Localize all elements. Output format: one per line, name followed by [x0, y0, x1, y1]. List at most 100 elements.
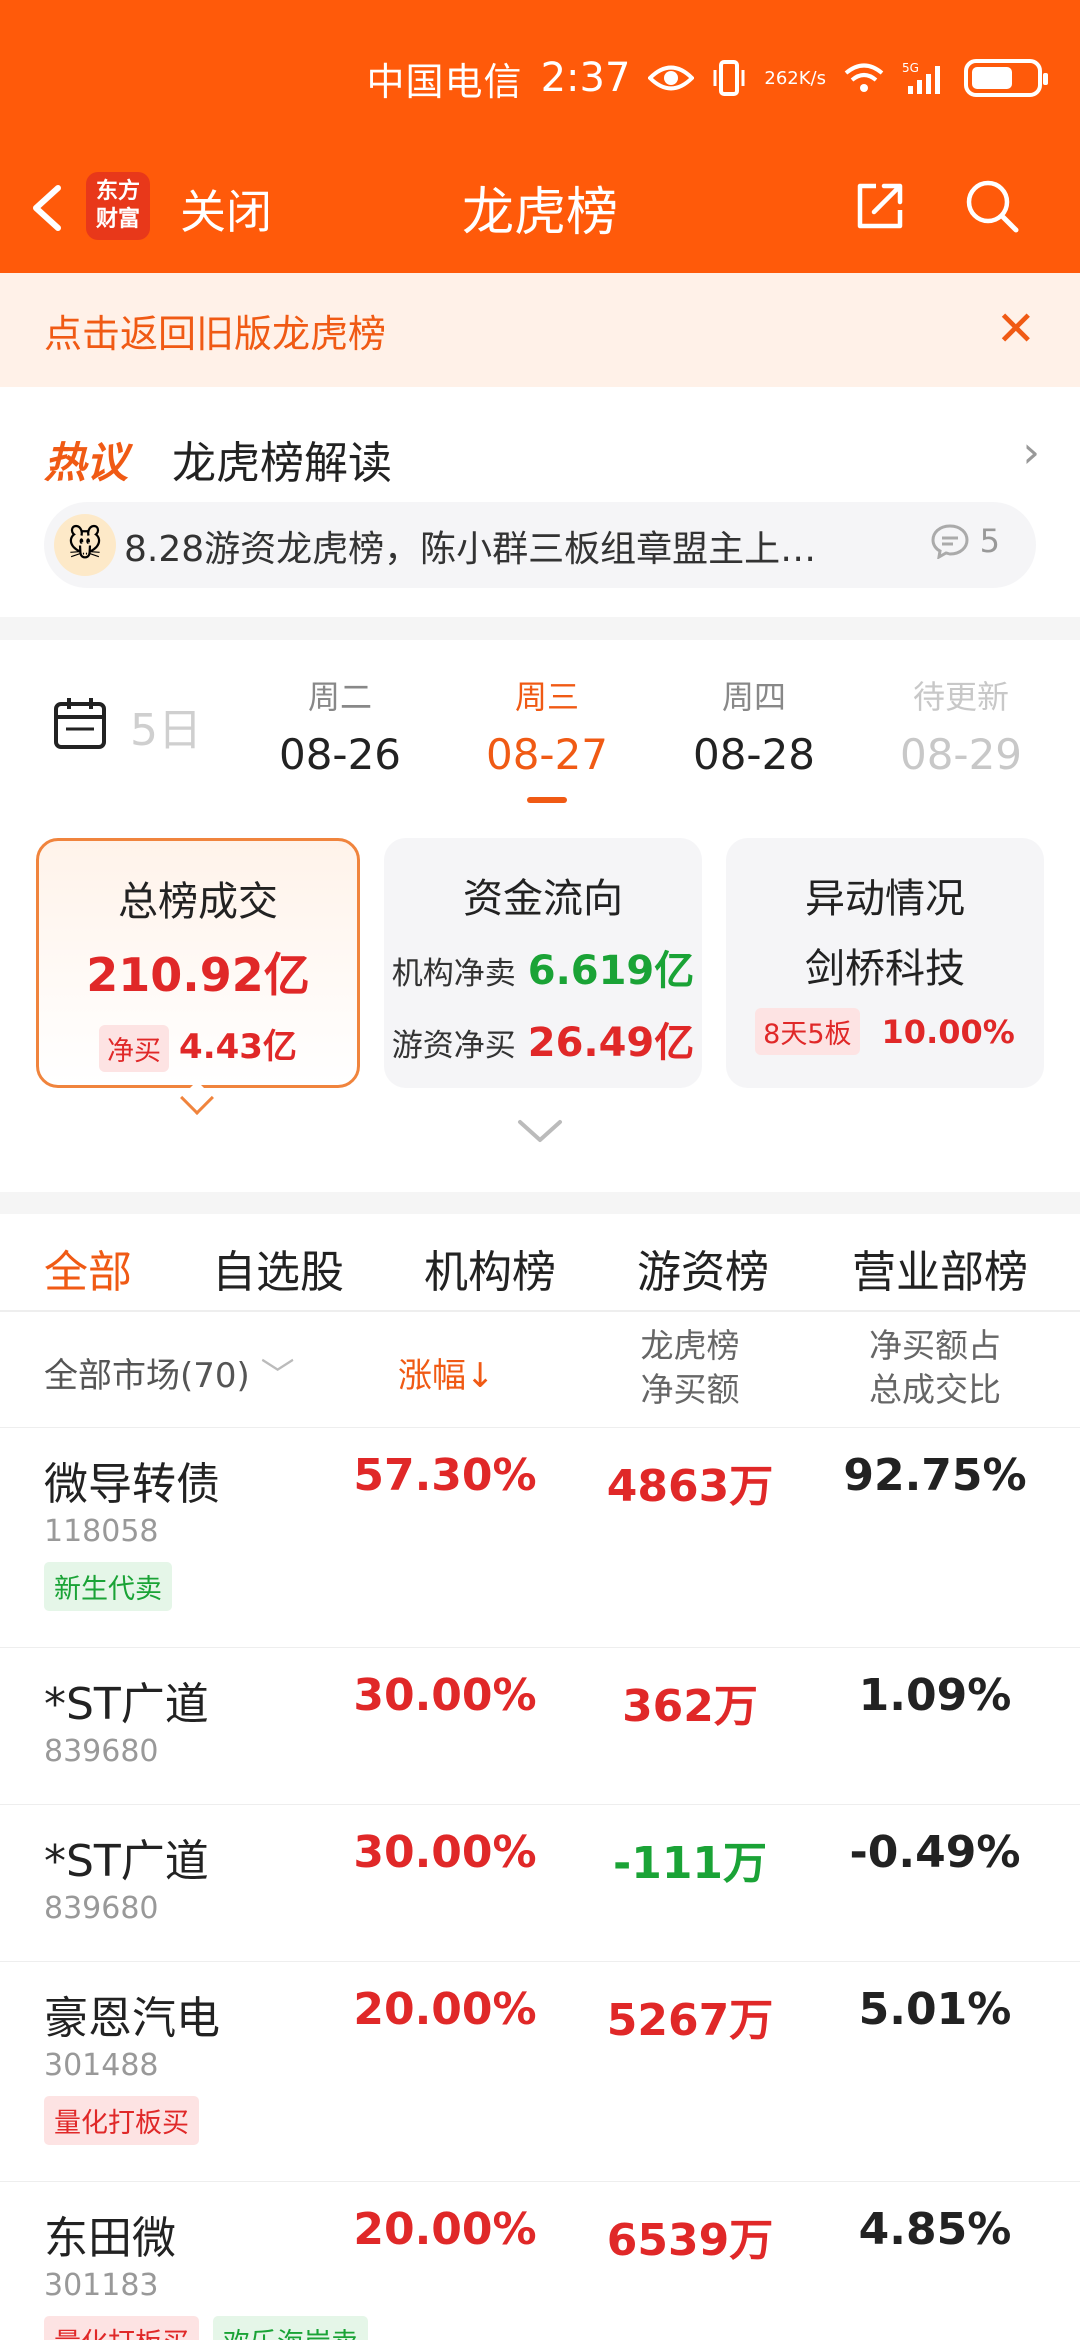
- ratio-header[interactable]: 净买额占 总成交比: [845, 1324, 1025, 1412]
- net-buy-value: 5267万: [606, 1995, 774, 2046]
- notice-text[interactable]: 点击返回旧版龙虎榜: [44, 303, 386, 358]
- category-tabs: 全部 自选股 机构榜 游资榜 营业部榜: [0, 1192, 1080, 1328]
- stock-code: 118058: [44, 1514, 159, 1549]
- tab-institution[interactable]: 机构榜: [424, 1236, 556, 1300]
- date-label: 08-27: [485, 730, 609, 779]
- header-line: 净买额: [640, 1370, 740, 1409]
- fund-flow-card[interactable]: 资金流向 机构净卖 6.619亿 游资净买 26.49亿: [384, 838, 702, 1088]
- net-buy-value: 4.43亿: [179, 1027, 297, 1067]
- stock-code: 301488: [44, 2048, 159, 2083]
- header-line: 总成交比: [869, 1370, 1001, 1409]
- date-tab-0828[interactable]: 周四 08-28: [654, 672, 854, 779]
- header-line: 净买额占: [869, 1326, 1001, 1365]
- tab-brokerage[interactable]: 营业部榜: [852, 1236, 1028, 1300]
- date-tab-0829[interactable]: 待更新 08-29: [861, 672, 1061, 779]
- hot-badge-text: 热议: [44, 438, 129, 487]
- change-value: 30.00%: [353, 1827, 537, 1878]
- header-line: 龙虎榜: [640, 1326, 740, 1365]
- stock-name: 东田微: [44, 2213, 176, 2264]
- eye-icon: [648, 63, 695, 93]
- chevron-right-icon[interactable]: ›: [1022, 427, 1040, 478]
- weekday-label: 周二: [307, 678, 372, 716]
- table-row[interactable]: 微导转债 118058 新生代卖 57.30% 4863万 92.75%: [0, 1428, 1080, 1648]
- seat-tag: 欢乐海岸卖: [213, 2316, 368, 2340]
- tab-label: 全部: [44, 1247, 132, 1298]
- calendar-icon[interactable]: [52, 695, 108, 751]
- row-tags: 量化打板买 欢乐海岸卖: [44, 2316, 368, 2340]
- ratio-value: 4.85%: [858, 2204, 1012, 2255]
- close-icon[interactable]: ✕: [996, 301, 1036, 357]
- table-row[interactable]: 东田微 301183 量化打板买 欢乐海岸卖 20.00% 6539万 4.85…: [0, 2182, 1080, 2340]
- chevron-down-icon: ﹀: [260, 1356, 295, 1396]
- page: 中国电信 2:37 262 K/s 5G 东方 财富 关闭 龙虎榜 点击返回旧版…: [0, 0, 1080, 2340]
- stock-name: *ST广道: [44, 1836, 209, 1887]
- net-speed-unit: K/s: [798, 67, 826, 89]
- net-buy-value: 4863万: [606, 1461, 774, 1512]
- card-title: 总榜成交: [118, 879, 278, 925]
- change-value: 20.00%: [353, 1984, 537, 2035]
- total-turnover-card[interactable]: 总榜成交 210.92亿 净买 4.43亿: [36, 838, 360, 1088]
- anomaly-row: 8天5板 10.00%: [726, 1008, 1044, 1055]
- net-buy-header[interactable]: 龙虎榜 净买额: [600, 1324, 780, 1412]
- sort-change-header[interactable]: 涨幅↓: [398, 1348, 495, 1397]
- hot-discussion-card: 热议 龙虎榜解读 › 🐭 8.28游资龙虎榜，陈小群三板组章盟主上… 5: [0, 387, 1080, 617]
- inst-row: 机构净卖 6.619亿: [384, 938, 702, 996]
- market-filter[interactable]: 全部市场(70) ﹀: [44, 1348, 295, 1397]
- date-tab-0826[interactable]: 周二 08-26: [240, 672, 440, 779]
- table-row[interactable]: *ST广道 839680 30.00% 362万 1.09%: [0, 1648, 1080, 1805]
- stock-list: 微导转债 118058 新生代卖 57.30% 4863万 92.75% *ST…: [0, 1428, 1080, 2340]
- wifi-icon: [844, 62, 884, 94]
- hot-item[interactable]: 🐭 8.28游资龙虎榜，陈小群三板组章盟主上… 5: [44, 502, 1036, 588]
- comment-count-value: 5: [979, 522, 1000, 560]
- stock-name: *ST广道: [44, 1679, 209, 1730]
- hot-title[interactable]: 龙虎榜解读: [172, 427, 392, 491]
- net-buy-line: 净买 4.43亿: [39, 1019, 357, 1072]
- mascot-avatar: 🐭: [54, 514, 116, 576]
- stock-name: 微导转债: [44, 1459, 220, 1510]
- active-indicator: [527, 797, 567, 803]
- net-buy-value: 6539万: [606, 2215, 774, 2266]
- anomaly-card[interactable]: 异动情况 剑桥科技 8天5板 10.00%: [726, 838, 1044, 1088]
- ratio-value: 5.01%: [858, 1984, 1012, 2035]
- hotmoney-label: 游资净买: [391, 1028, 516, 1064]
- weekday-label: 周四: [721, 678, 786, 716]
- card-title: 异动情况: [805, 876, 965, 922]
- inst-value: 6.619亿: [527, 948, 695, 994]
- board-tag: 8天5板: [755, 1008, 860, 1055]
- date-label: 08-28: [692, 730, 816, 779]
- date-summary-section: 5日 周二 08-26 周三 08-27 周四 08-28 待更新 08-29 …: [0, 640, 1080, 1192]
- row-tags: 新生代卖: [44, 1562, 172, 1611]
- ratio-value: 92.75%: [843, 1450, 1027, 1501]
- turnover-amount: 210.92亿: [86, 948, 310, 1002]
- tab-hot-money[interactable]: 游资榜: [637, 1236, 769, 1300]
- stock-name: 豪恩汽电: [44, 1993, 220, 2044]
- carrier-label: 中国电信: [366, 59, 523, 104]
- date-label: 08-29: [899, 730, 1023, 779]
- comment-count: 5: [930, 522, 1000, 560]
- clock: 2:37: [540, 55, 631, 101]
- notice-bar[interactable]: 点击返回旧版龙虎榜 ✕: [0, 273, 1080, 387]
- date-label: 08-26: [278, 730, 402, 779]
- date-tab-0827[interactable]: 周三 08-27: [447, 672, 647, 803]
- chevron-down-icon[interactable]: [512, 1110, 568, 1150]
- hot-item-text[interactable]: 8.28游资龙虎榜，陈小群三板组章盟主上…: [124, 520, 944, 572]
- table-row[interactable]: *ST广道 839680 30.00% -111万 -0.49%: [0, 1805, 1080, 1962]
- page-title: 龙虎榜: [461, 183, 618, 243]
- search-icon[interactable]: [962, 176, 1022, 236]
- ratio-value: -0.49%: [849, 1827, 1021, 1878]
- tab-watchlist[interactable]: 自选股: [212, 1236, 344, 1300]
- summary-cards: 总榜成交 210.92亿 净买 4.43亿 资金流向 机构净卖 6.619亿 游资…: [0, 838, 1080, 1115]
- hot-badge: 热议: [44, 429, 128, 490]
- net-speed-value: 262: [764, 67, 799, 89]
- net-speed: 262 K/s: [764, 69, 826, 88]
- share-icon[interactable]: [852, 178, 908, 234]
- date-partial[interactable]: 5日: [130, 694, 202, 758]
- market-filter-label: 全部市场(70): [44, 1356, 250, 1396]
- stock-code: 839680: [44, 1891, 159, 1926]
- table-row[interactable]: 豪恩汽电 301488 量化打板买 20.00% 5267万 5.01%: [0, 1962, 1080, 2182]
- header: 中国电信 2:37 262 K/s 5G 东方 财富 关闭 龙虎榜: [0, 0, 1080, 273]
- change-value: 57.30%: [353, 1450, 537, 1501]
- inst-label: 机构净卖: [391, 956, 516, 992]
- hotmoney-row: 游资净买 26.49亿: [384, 1010, 702, 1068]
- comment-icon: [931, 524, 969, 559]
